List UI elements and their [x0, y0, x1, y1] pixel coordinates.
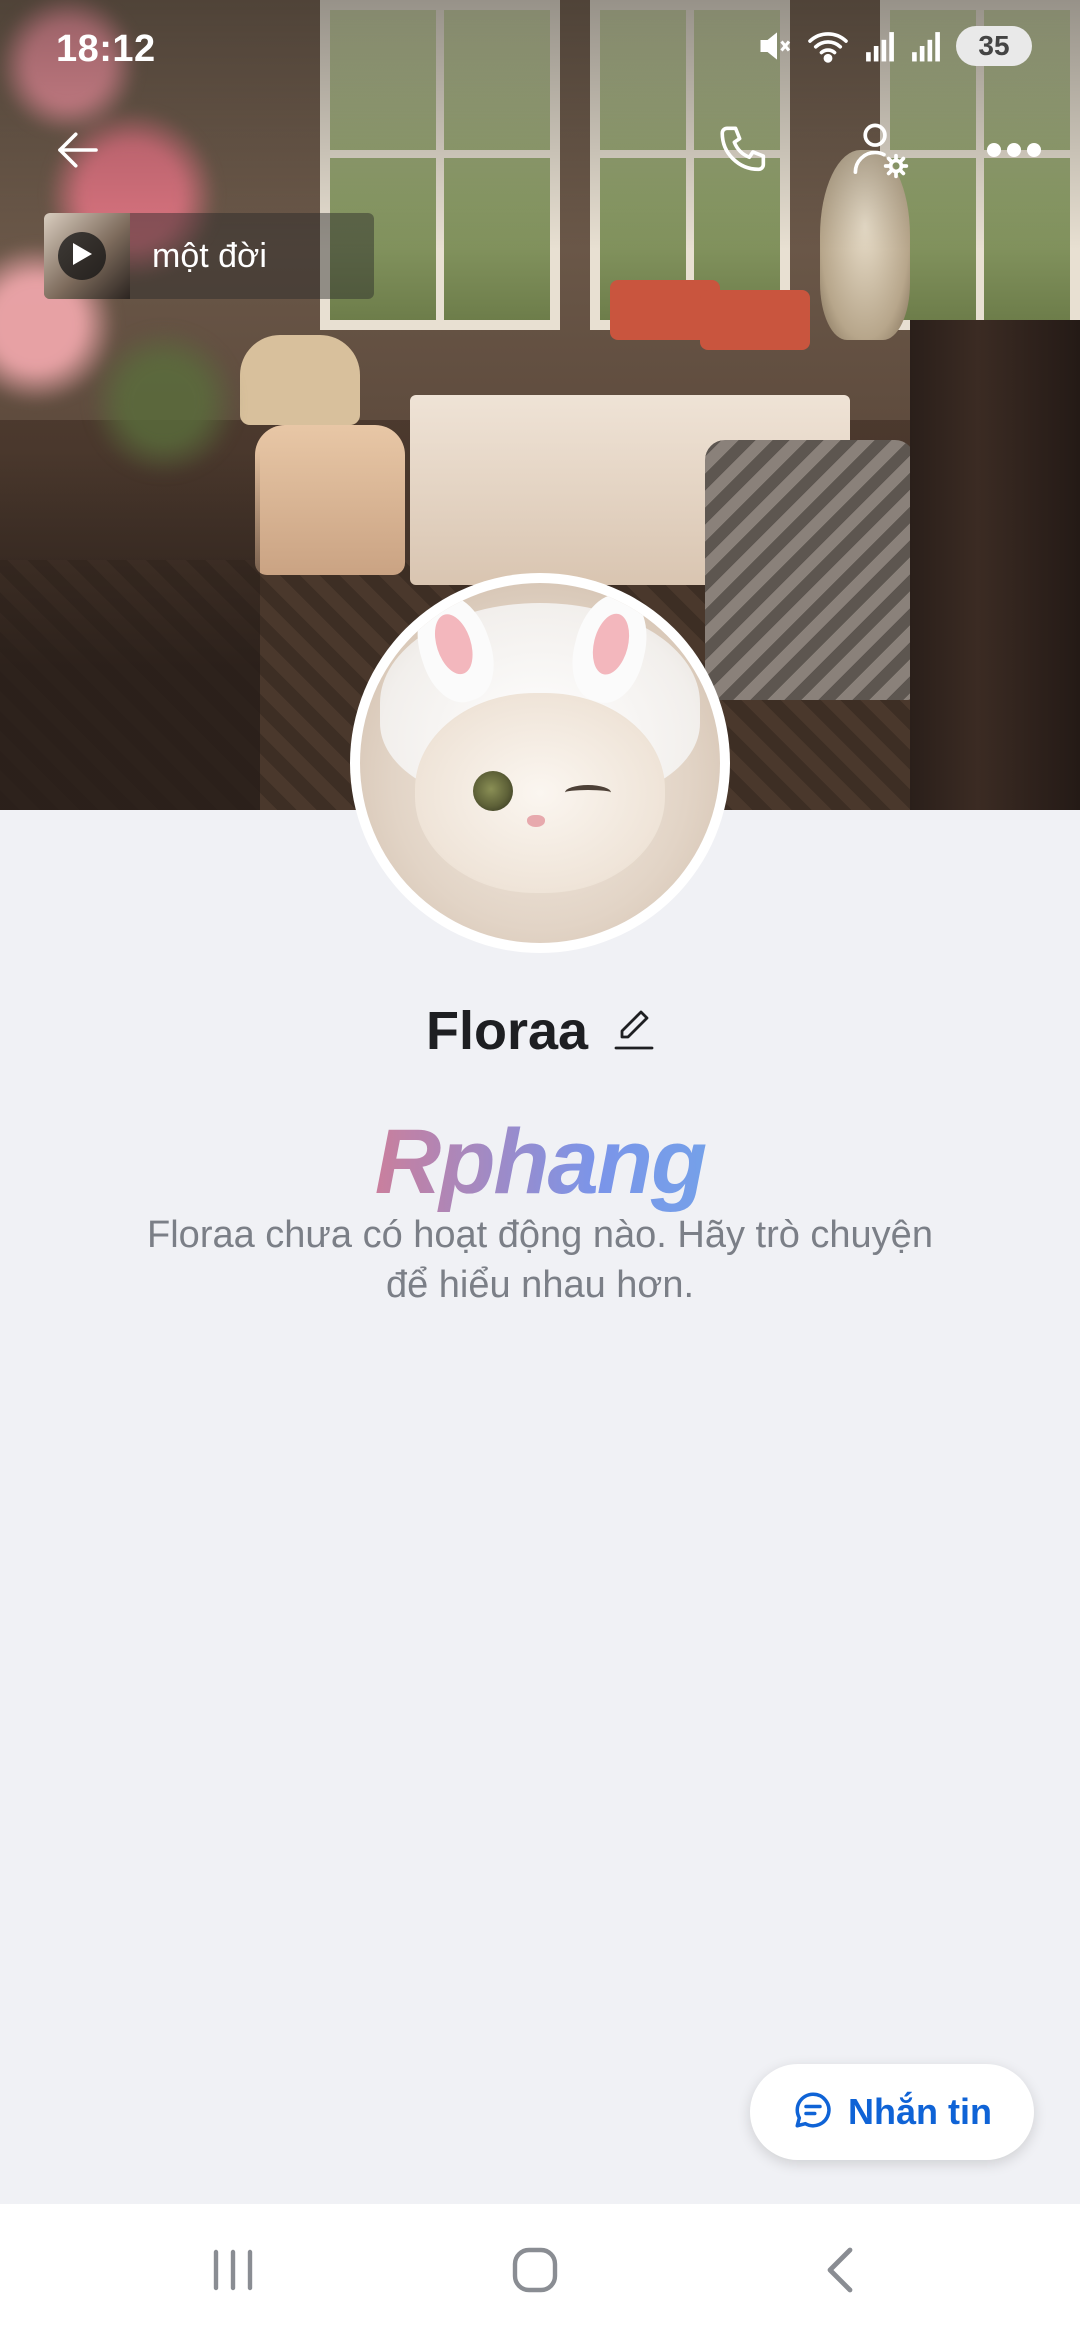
- avatar-image: [360, 583, 720, 943]
- home-button[interactable]: [485, 2232, 585, 2312]
- battery-indicator: 35: [956, 26, 1032, 66]
- music-thumbnail: [44, 213, 130, 299]
- profile-name: Floraa: [425, 1001, 589, 1061]
- cover-armchair: [255, 425, 405, 575]
- cover-chair: [700, 290, 810, 350]
- avatar-nose: [527, 815, 545, 827]
- empty-activity-message: Floraa chưa có hoạt động nào. Hãy trò ch…: [147, 1214, 933, 1306]
- pencil-icon: [614, 1007, 654, 1056]
- send-message-button[interactable]: Nhắn tin: [750, 2064, 1034, 2160]
- recent-apps-icon: [208, 2246, 258, 2299]
- profile-settings-button[interactable]: [838, 110, 922, 194]
- play-icon: [71, 242, 93, 271]
- watermark-logo: Rphang: [0, 1110, 1080, 1215]
- play-button[interactable]: [58, 232, 106, 280]
- profile-screen: 18:12 35 một đời Floraa Rphang Floraa ch…: [0, 0, 1080, 2340]
- edit-name-button[interactable]: [614, 1007, 654, 1056]
- signal-icon: [910, 29, 942, 63]
- avatar-eye: [565, 785, 611, 800]
- system-navigation-bar: [0, 2204, 1080, 2340]
- profile-music-chip[interactable]: một đời: [44, 213, 374, 299]
- status-time: 18:12: [56, 28, 156, 70]
- send-message-label: Nhắn tin: [848, 2091, 992, 2132]
- back-nav-button[interactable]: [790, 2232, 890, 2312]
- wifi-icon: [806, 28, 850, 64]
- more-options-button[interactable]: [972, 110, 1056, 194]
- avatar-eye: [473, 771, 513, 811]
- name-row: Floraa: [0, 1000, 1080, 1062]
- cover-chair: [705, 440, 915, 700]
- back-arrow-icon: [51, 123, 105, 182]
- back-button[interactable]: [36, 110, 120, 194]
- chevron-left-icon: [820, 2244, 860, 2301]
- user-settings-icon: [848, 118, 912, 187]
- signal-icon: [864, 29, 896, 63]
- phone-icon: [715, 121, 773, 184]
- avatar-face: [415, 693, 665, 893]
- top-action-bar: [0, 110, 1080, 190]
- more-options-icon: [986, 140, 1042, 165]
- music-title: một đời: [152, 236, 267, 275]
- cover-shadow: [0, 450, 260, 810]
- recent-apps-button[interactable]: [183, 2232, 283, 2312]
- status-icons: 35: [756, 26, 1032, 66]
- cover-pillar: [910, 320, 1080, 810]
- home-icon: [509, 2244, 561, 2301]
- avatar[interactable]: [350, 573, 730, 953]
- mute-icon: [756, 28, 792, 64]
- status-bar: 18:12 35: [0, 0, 1080, 100]
- chat-bubble-icon: [792, 2089, 834, 2136]
- call-button[interactable]: [702, 110, 786, 194]
